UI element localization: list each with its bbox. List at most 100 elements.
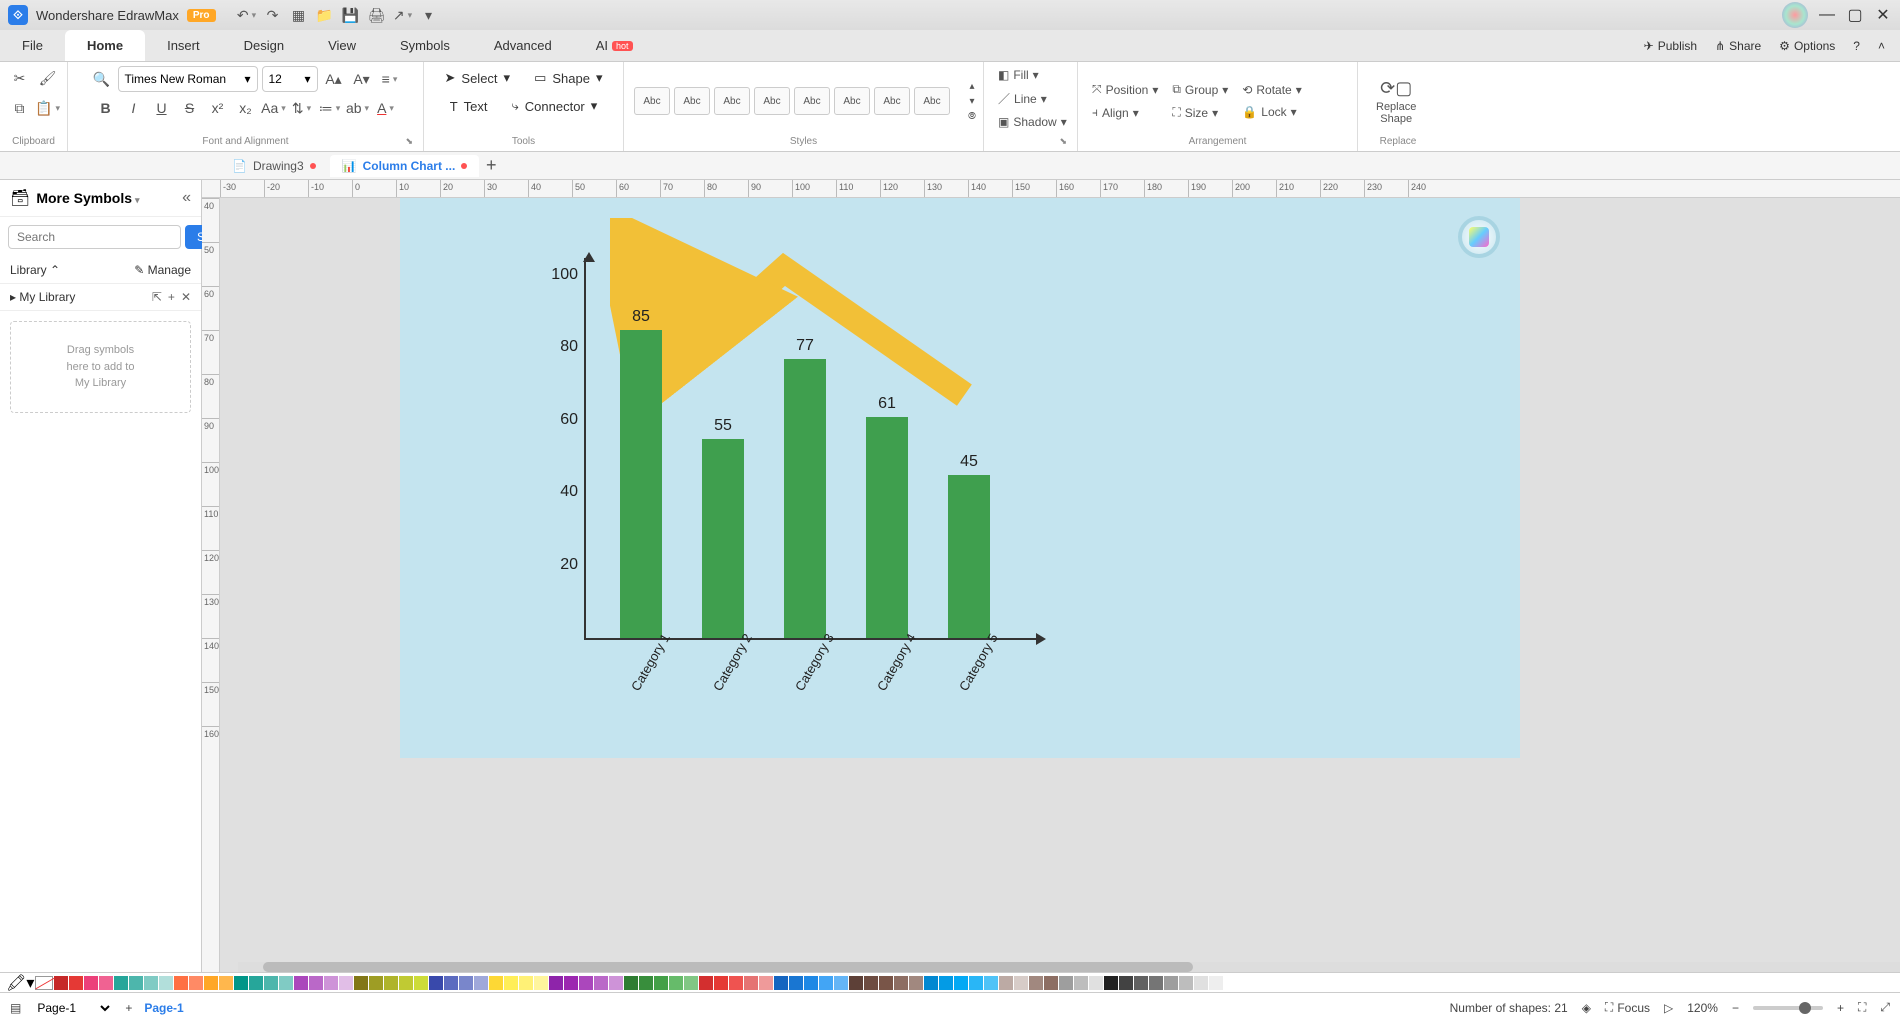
style-swatch[interactable]: Abc <box>634 87 670 115</box>
cut-button[interactable]: ✂ <box>8 66 32 90</box>
ai-assistant-badge[interactable] <box>1458 216 1500 258</box>
no-fill-swatch[interactable] <box>35 976 53 990</box>
shape-tool[interactable]: ▭Shape▾ <box>524 66 612 90</box>
symbol-search-input[interactable] <box>8 225 181 249</box>
color-swatch[interactable] <box>1164 976 1178 990</box>
lock-button[interactable]: 🔒Lock▾ <box>1238 103 1305 121</box>
color-swatch[interactable] <box>669 976 683 990</box>
color-swatch[interactable] <box>504 976 518 990</box>
new-button[interactable]: ▦ <box>291 7 307 23</box>
style-swatch[interactable]: Abc <box>874 87 910 115</box>
menu-ai[interactable]: AIhot <box>574 30 655 61</box>
font-family-select[interactable]: Times New Roman▾ <box>118 66 258 92</box>
rotate-button[interactable]: ⟲Rotate▾ <box>1238 81 1305 99</box>
color-swatch[interactable] <box>489 976 503 990</box>
color-swatch[interactable] <box>1089 976 1103 990</box>
bar[interactable] <box>620 330 662 638</box>
add-library-button[interactable]: + <box>168 290 175 304</box>
bold-button[interactable]: B <box>94 96 118 120</box>
font-dialog-launcher[interactable]: ⬊ <box>405 136 413 147</box>
page-tab[interactable]: Page-1 <box>144 1001 183 1015</box>
color-swatch[interactable] <box>1149 976 1163 990</box>
color-swatch[interactable] <box>1134 976 1148 990</box>
menu-home[interactable]: Home <box>65 30 145 61</box>
menu-design[interactable]: Design <box>222 30 306 61</box>
menu-file[interactable]: File <box>0 30 65 61</box>
menu-view[interactable]: View <box>306 30 378 61</box>
zoom-slider[interactable] <box>1753 1006 1823 1010</box>
color-swatch[interactable] <box>1044 976 1058 990</box>
color-swatch[interactable] <box>759 976 773 990</box>
color-swatch[interactable] <box>834 976 848 990</box>
color-swatch[interactable] <box>159 976 173 990</box>
color-swatch[interactable] <box>174 976 188 990</box>
layers-button[interactable]: ◈ <box>1582 1001 1591 1015</box>
color-swatch[interactable] <box>384 976 398 990</box>
color-swatch[interactable] <box>684 976 698 990</box>
doc-tab-drawing3[interactable]: 📄Drawing3 <box>220 155 328 177</box>
underline-button[interactable]: U <box>150 96 174 120</box>
color-swatch[interactable] <box>249 976 263 990</box>
color-swatch[interactable] <box>789 976 803 990</box>
superscript-button[interactable]: x² <box>206 96 230 120</box>
open-button[interactable]: 📁 <box>317 7 333 23</box>
decrease-font-button[interactable]: A▾ <box>350 67 374 91</box>
fullscreen-button[interactable]: ⤢ <box>1880 1000 1890 1015</box>
maximize-button[interactable]: ▢ <box>1846 6 1864 24</box>
color-swatch[interactable] <box>999 976 1013 990</box>
fill-button[interactable]: ◧Fill▾ <box>994 66 1043 84</box>
doc-tab-column-chart[interactable]: 📊Column Chart ... <box>330 155 480 177</box>
color-swatch[interactable] <box>1194 976 1208 990</box>
zoom-out-button[interactable]: − <box>1732 1001 1739 1015</box>
format-painter-button[interactable]: 🖌 <box>36 66 60 90</box>
color-swatch[interactable] <box>279 976 293 990</box>
color-swatch[interactable] <box>744 976 758 990</box>
canvas[interactable]: 2040608010085Category 155Category 277Cat… <box>220 198 1900 972</box>
color-swatch[interactable] <box>324 976 338 990</box>
color-swatch[interactable] <box>864 976 878 990</box>
import-library-button[interactable]: ⇱ <box>152 290 162 304</box>
color-swatch[interactable] <box>639 976 653 990</box>
color-swatch[interactable] <box>579 976 593 990</box>
color-swatch[interactable] <box>774 976 788 990</box>
fit-page-button[interactable]: ⛶ <box>1858 1000 1866 1015</box>
color-swatch[interactable] <box>804 976 818 990</box>
align-button[interactable]: ⫞Align▾ <box>1088 103 1162 122</box>
presentation-button[interactable]: ▷ <box>1664 1001 1673 1015</box>
color-swatch[interactable] <box>879 976 893 990</box>
color-swatch[interactable] <box>84 976 98 990</box>
menu-insert[interactable]: Insert <box>145 30 222 61</box>
bar[interactable] <box>866 417 908 638</box>
color-swatch[interactable] <box>189 976 203 990</box>
scrollbar-thumb[interactable] <box>263 962 1193 972</box>
color-swatch[interactable] <box>144 976 158 990</box>
group-button[interactable]: ⧉Group▾ <box>1168 80 1232 99</box>
page-select[interactable]: Page-1 <box>33 1000 113 1016</box>
font-size-select[interactable]: 12▾ <box>262 66 318 92</box>
style-swatch[interactable]: Abc <box>914 87 950 115</box>
color-swatch[interactable] <box>339 976 353 990</box>
collapse-ribbon-button[interactable]: ˄ <box>1878 39 1885 53</box>
export-button[interactable]: ↗ <box>395 7 411 23</box>
style-swatch[interactable]: Abc <box>794 87 830 115</box>
color-swatch[interactable] <box>894 976 908 990</box>
color-swatch[interactable] <box>1119 976 1133 990</box>
bar[interactable] <box>702 439 744 638</box>
style-swatch[interactable]: Abc <box>834 87 870 115</box>
color-swatch[interactable] <box>54 976 68 990</box>
color-swatch[interactable] <box>1209 976 1223 990</box>
style-swatch[interactable]: Abc <box>674 87 710 115</box>
horizontal-scrollbar[interactable] <box>238 962 1900 972</box>
color-swatch[interactable] <box>129 976 143 990</box>
shadow-button[interactable]: ▣Shadow▾ <box>994 113 1071 131</box>
color-swatch[interactable] <box>1074 976 1088 990</box>
zoom-thumb[interactable] <box>1799 1002 1811 1014</box>
close-library-button[interactable]: ✕ <box>181 290 191 304</box>
connector-tool[interactable]: ⤷Connector▾ <box>502 94 608 118</box>
style-swatch[interactable]: Abc <box>714 87 750 115</box>
size-button[interactable]: ⛶Size▾ <box>1168 103 1232 122</box>
qat-more-button[interactable]: ▾ <box>421 7 437 23</box>
library-toggle[interactable]: Library ⌃ <box>10 263 60 277</box>
publish-button[interactable]: ✈Publish <box>1644 39 1697 53</box>
color-swatch[interactable] <box>114 976 128 990</box>
